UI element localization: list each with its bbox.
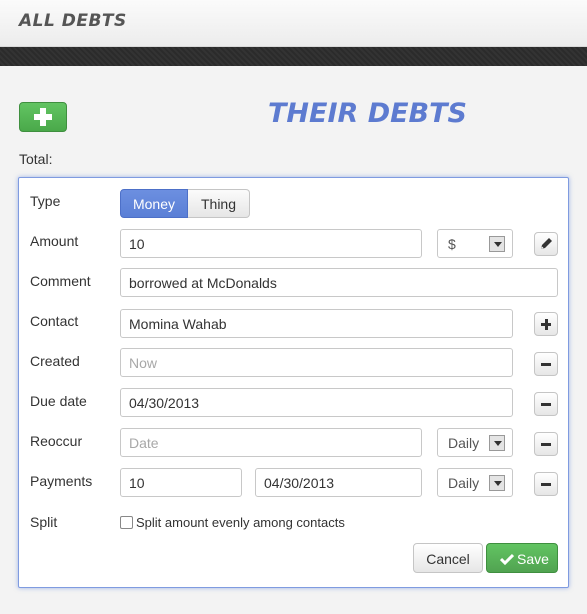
payments-label: Payments [30,473,93,489]
currency-select[interactable]: $ [437,229,513,258]
minus-icon [541,363,551,366]
add-contact-button[interactable] [534,312,558,336]
edit-amount-button[interactable] [534,232,558,256]
payment-date-input[interactable]: 04/30/2013 [255,468,422,497]
chevron-down-icon [489,236,505,252]
top-bar: ALL DEBTS [0,0,587,47]
amount-input[interactable]: 10 [120,229,422,258]
check-icon [500,553,514,565]
created-input[interactable]: Now [120,348,513,377]
remove-created-button[interactable] [534,352,558,376]
reoccur-frequency-select[interactable]: Daily [437,428,513,457]
reoccur-date-input[interactable]: Date [120,428,422,457]
total-label: Total: [19,151,53,167]
type-thing-option[interactable]: Thing [188,189,250,218]
reoccur-frequency-value: Daily [448,435,480,451]
type-money-option[interactable]: Money [120,189,188,218]
comment-label: Comment [30,273,91,289]
split-checkbox-label[interactable]: Split amount evenly among contacts [136,515,345,530]
remove-reoccur-button[interactable] [534,432,558,456]
header-divider [0,47,587,66]
plus-icon [34,108,52,126]
save-button[interactable]: Save [486,543,558,573]
remove-payment-button[interactable] [534,472,558,496]
payment-frequency-value: Daily [448,475,480,491]
pencil-icon [541,238,552,249]
type-label: Type [30,193,61,209]
due-date-label: Due date [30,393,87,409]
amount-label: Amount [30,233,79,249]
contact-label: Contact [30,313,79,329]
chevron-down-icon [489,435,505,451]
currency-value: $ [448,236,456,252]
payment-frequency-select[interactable]: Daily [437,468,513,497]
cancel-button[interactable]: Cancel [413,543,483,573]
contact-input[interactable]: Momina Wahab [120,309,513,338]
chevron-down-icon [489,475,505,491]
split-label: Split [30,514,58,530]
due-date-input[interactable]: 04/30/2013 [120,388,513,417]
split-checkbox[interactable] [120,516,133,529]
reoccur-label: Reoccur [30,433,83,449]
add-debt-button[interactable] [19,102,67,132]
save-label: Save [517,551,549,567]
page-title: THEIR DEBTS [268,98,467,129]
minus-icon [541,483,551,486]
minus-icon [541,443,551,446]
app-title: ALL DEBTS [19,11,127,31]
created-label: Created [30,353,80,369]
remove-due-date-button[interactable] [534,392,558,416]
payment-amount-input[interactable]: 10 [120,468,242,497]
comment-input[interactable]: borrowed at McDonalds [120,268,558,297]
minus-icon [541,403,551,406]
